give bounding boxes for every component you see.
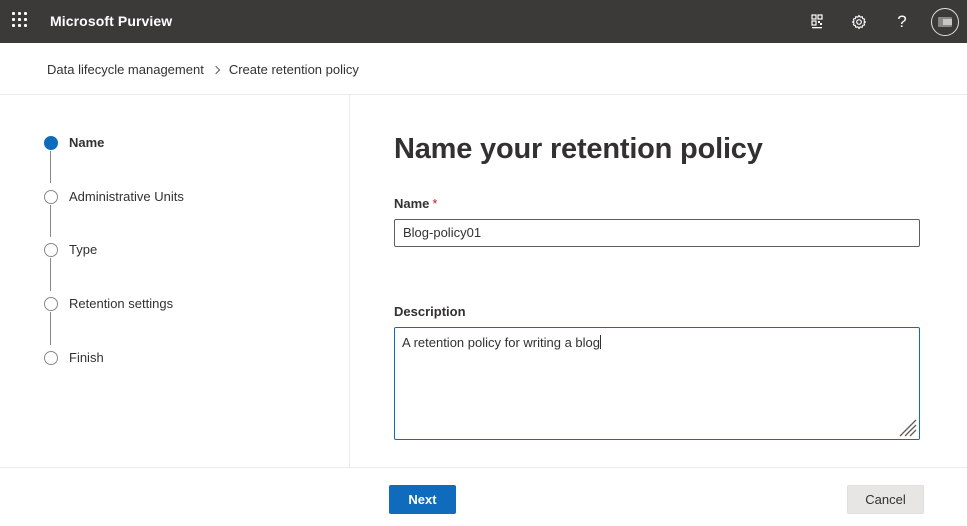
app-title[interactable]: Microsoft Purview — [50, 13, 172, 29]
help-icon[interactable]: ? — [888, 8, 916, 36]
step-indicator — [44, 350, 58, 365]
settings-gear-icon[interactable] — [845, 8, 873, 36]
required-marker: * — [432, 196, 438, 211]
breadcrumb-bar: Data lifecycle management Create retenti… — [0, 43, 967, 95]
wizard-step-label: Administrative Units — [69, 189, 184, 204]
qr-code-icon[interactable] — [803, 8, 831, 36]
breadcrumb-create-retention-policy: Create retention policy — [228, 62, 359, 77]
description-value: A retention policy for writing a blog — [402, 335, 600, 350]
wizard-step-label: Retention settings — [69, 296, 174, 311]
wizard-step-label: Type — [69, 242, 98, 257]
top-bar: Microsoft Purview ? — [0, 0, 967, 43]
app-launcher-icon[interactable] — [12, 12, 30, 30]
wizard-steps: Name Administrative Units Type Retention… — [0, 95, 350, 467]
form-panel: Name your retention policy Name * Blog-po… — [351, 95, 967, 467]
account-picture-icon — [938, 17, 952, 27]
step-indicator — [44, 296, 58, 311]
wizard-step-retention-settings[interactable]: Retention settings — [44, 296, 173, 311]
account-avatar[interactable] — [931, 8, 959, 36]
step-indicator — [44, 189, 58, 204]
step-indicator — [44, 242, 58, 257]
step-connector — [50, 205, 51, 237]
chevron-right-icon — [211, 65, 221, 74]
resize-grip-icon[interactable] — [897, 417, 917, 437]
wizard-step-type[interactable]: Type — [44, 242, 97, 257]
breadcrumb-data-lifecycle-management[interactable]: Data lifecycle management — [47, 62, 204, 77]
cancel-button[interactable]: Cancel — [847, 485, 924, 514]
description-label: Description — [394, 304, 466, 319]
wizard-step-label: Finish — [69, 350, 104, 365]
name-input[interactable]: Blog-policy01 — [394, 219, 920, 247]
step-connector — [50, 258, 51, 291]
breadcrumb: Data lifecycle management Create retenti… — [47, 62, 359, 77]
step-connector — [50, 312, 51, 345]
name-label-text: Name — [394, 196, 430, 211]
step-connector — [50, 151, 51, 183]
name-label: Name * — [394, 196, 437, 211]
wizard-step-label: Name — [69, 135, 105, 150]
page-title: Name your retention policy — [394, 133, 763, 165]
description-textarea[interactable]: A retention policy for writing a blog — [394, 327, 920, 440]
footer-bar: Next Cancel — [0, 467, 967, 526]
next-button[interactable]: Next — [389, 485, 456, 514]
wizard-step-name[interactable]: Name — [44, 135, 104, 150]
wizard-step-finish[interactable]: Finish — [44, 350, 104, 365]
step-current-indicator — [44, 135, 58, 150]
wizard-step-administrative-units[interactable]: Administrative Units — [44, 189, 184, 204]
text-caret — [600, 335, 601, 349]
